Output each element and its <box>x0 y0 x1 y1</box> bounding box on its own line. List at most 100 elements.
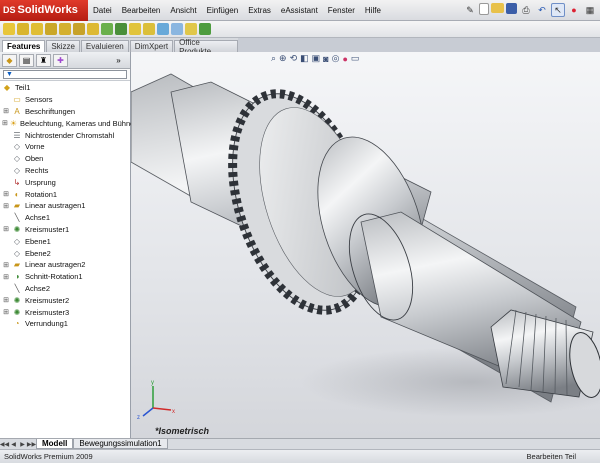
extrude-boss-icon[interactable] <box>3 23 15 35</box>
solidworks-logo[interactable]: DS SolidWorks <box>0 0 88 21</box>
menu-bearbeiten[interactable]: Bearbeiten <box>117 0 166 21</box>
revolve-boss-icon[interactable] <box>17 23 29 35</box>
menu-hilfe[interactable]: Hilfe <box>360 0 386 21</box>
tree-item[interactable]: ╲ Achse2 <box>2 283 130 295</box>
tab-evaluieren[interactable]: Evaluieren <box>80 40 129 52</box>
command-manager-tabs: Features Skizze Evaluieren DimXpert Offi… <box>0 38 238 56</box>
fillet-icon[interactable] <box>101 23 113 35</box>
mirror-icon[interactable] <box>157 23 169 35</box>
property-manager-tab-icon[interactable]: ▤ <box>19 53 34 67</box>
expand-plus-icon[interactable]: ⊞ <box>2 308 10 316</box>
menu-fenster[interactable]: Fenster <box>323 0 360 21</box>
tab-features[interactable]: Features <box>2 40 46 52</box>
tree-item[interactable]: ⊞ ▰ Linear austragen1 <box>2 200 130 212</box>
dimxpert-manager-tab-icon[interactable]: ✚ <box>53 53 68 67</box>
tree-item[interactable]: ◇ Ebene2 <box>2 247 130 259</box>
tab-office-produkte[interactable]: Office Produkte <box>174 38 238 56</box>
axis-icon: ╲ <box>14 283 20 293</box>
expand-plus-icon[interactable]: ⊞ <box>2 273 10 281</box>
menu-eassistant[interactable]: eAssistant <box>276 0 323 21</box>
configuration-manager-tab-icon[interactable]: ♜ <box>36 53 51 67</box>
tree-item[interactable]: ▭ Sensors <box>2 94 130 106</box>
rib-icon[interactable] <box>129 23 141 35</box>
cut-sweep-icon[interactable] <box>87 23 99 35</box>
tab-dimxpert[interactable]: DimXpert <box>129 40 174 52</box>
first-tab-arrow-icon[interactable]: ◀◀ <box>0 439 9 449</box>
expand-plus-icon[interactable]: ⊞ <box>2 202 10 210</box>
tree-item[interactable]: ⊞ ✺ Kreismuster1 <box>2 224 130 236</box>
save-icon[interactable] <box>506 3 517 14</box>
feature-manager-tab-icon[interactable]: ◆ <box>2 53 17 67</box>
print-icon[interactable]: ⎙ <box>519 3 533 17</box>
curves-icon[interactable] <box>199 23 211 35</box>
loft-icon[interactable] <box>45 23 57 35</box>
open-folder-icon[interactable] <box>491 3 504 13</box>
prev-tab-arrow-icon[interactable]: ◀ <box>9 439 18 449</box>
tree-item[interactable]: ⊞ ◐ Rotation1 <box>2 188 130 200</box>
status-product: SolidWorks Premium 2009 <box>4 452 93 461</box>
tree-item[interactable]: ◇ Rechts <box>2 165 130 177</box>
last-tab-arrow-icon[interactable]: ▶▶ <box>27 439 36 449</box>
tree-item[interactable]: ⊞ ✺ Kreismuster2 <box>2 294 130 306</box>
sweep-icon[interactable] <box>31 23 43 35</box>
tree-item[interactable]: ╲ Achse1 <box>2 212 130 224</box>
fillet-icon: ◔ <box>14 319 20 329</box>
expand-plus-icon[interactable]: ⊞ <box>2 225 10 233</box>
tree-item[interactable]: ↳ Ursprung <box>2 176 130 188</box>
tab-modell[interactable]: Modell <box>36 439 74 449</box>
cut-revolve-icon[interactable] <box>73 23 85 35</box>
tree-root[interactable]: ◆ Teil1 <box>2 82 130 94</box>
options-icon[interactable]: ▦ <box>583 3 597 17</box>
linear-pattern-icon[interactable] <box>115 23 127 35</box>
gear-shaft-model[interactable]: y x z <box>131 52 600 438</box>
select-cursor-icon[interactable]: ↖ <box>551 3 565 17</box>
pin-icon[interactable]: ✎ <box>463 3 477 17</box>
tree-filter-bar: ▼ <box>0 69 130 81</box>
lights-icon: ☀ <box>9 118 18 128</box>
tree-item[interactable]: ◇ Vorne <box>2 141 130 153</box>
cut-extrude-icon[interactable] <box>59 23 71 35</box>
tree-item[interactable]: ⊞ A Beschriftungen <box>2 106 130 118</box>
graphics-viewport[interactable]: ⌕ ⊕ ⟲ ◧ ▣ ◙ ◎ ● ▭ y x z *Isometrisch <box>131 52 600 438</box>
tree-item[interactable]: ◇ Oben <box>2 153 130 165</box>
revolve-icon: ◐ <box>14 189 20 199</box>
rebuild-traffic-light-icon[interactable]: ● <box>567 3 581 17</box>
tree-filter-input[interactable]: ▼ <box>3 70 127 79</box>
menu-einfuegen[interactable]: Einfügen <box>202 0 244 21</box>
next-tab-arrow-icon[interactable]: ▶ <box>18 439 27 449</box>
new-document-icon[interactable] <box>479 3 489 15</box>
expand-plus-icon[interactable]: ⊞ <box>2 296 10 304</box>
circular-pattern-icon: ✺ <box>13 224 21 234</box>
tree-item[interactable]: ◇ Ebene1 <box>2 235 130 247</box>
tree-item-label: Oben <box>25 154 44 164</box>
undo-icon[interactable]: ↶ <box>535 3 549 17</box>
expand-plus-icon[interactable]: ⊞ <box>2 119 8 127</box>
tab-bewegungssimulation[interactable]: Bewegungssimulation1 <box>73 439 168 449</box>
menu-extras[interactable]: Extras <box>243 0 276 21</box>
tree-item[interactable]: ⊞ ✺ Kreismuster3 <box>2 306 130 318</box>
logo-text: SolidWorks <box>17 4 78 16</box>
tree-item-label: Ebene2 <box>25 248 51 258</box>
tree-item[interactable]: ☰ Nichtrostender Chromstahl <box>2 129 130 141</box>
tree-item[interactable]: ◔ Verrundung1 <box>2 318 130 330</box>
feature-manager-pane: ◆ ▤ ♜ ✚ » ▼ ◆ Teil1 ▭ Sensors ⊞ A Beschriftu… <box>0 52 134 438</box>
shell-icon[interactable] <box>143 23 155 35</box>
expand-pane-icon[interactable]: » <box>111 54 126 67</box>
axis-icon: ╲ <box>14 213 20 223</box>
reference-geometry-icon[interactable] <box>185 23 197 35</box>
quick-access-toolbar: ✎ ⎙ ↶ ↖ ● ▦ <box>463 3 600 17</box>
svg-text:x: x <box>172 409 175 415</box>
tree-item-label: Linear austragen1 <box>25 201 86 211</box>
menu-ansicht[interactable]: Ansicht <box>165 0 201 21</box>
expand-plus-icon[interactable]: ⊞ <box>2 261 10 269</box>
circular-pattern-icon: ✺ <box>13 307 21 317</box>
expand-plus-icon[interactable]: ⊞ <box>2 107 10 115</box>
expand-plus-icon[interactable]: ⊞ <box>2 190 10 198</box>
tab-skizze[interactable]: Skizze <box>46 40 80 52</box>
tree-item[interactable]: ⊞ ◑ Schnitt-Rotation1 <box>2 271 130 283</box>
draft-icon[interactable] <box>171 23 183 35</box>
tree-item[interactable]: ⊞ ▰ Linear austragen2 <box>2 259 130 271</box>
tree-item[interactable]: ⊞ ☀ Beleuchtung, Kameras und Bühne <box>2 117 134 129</box>
menu-datei[interactable]: Datei <box>88 0 117 21</box>
